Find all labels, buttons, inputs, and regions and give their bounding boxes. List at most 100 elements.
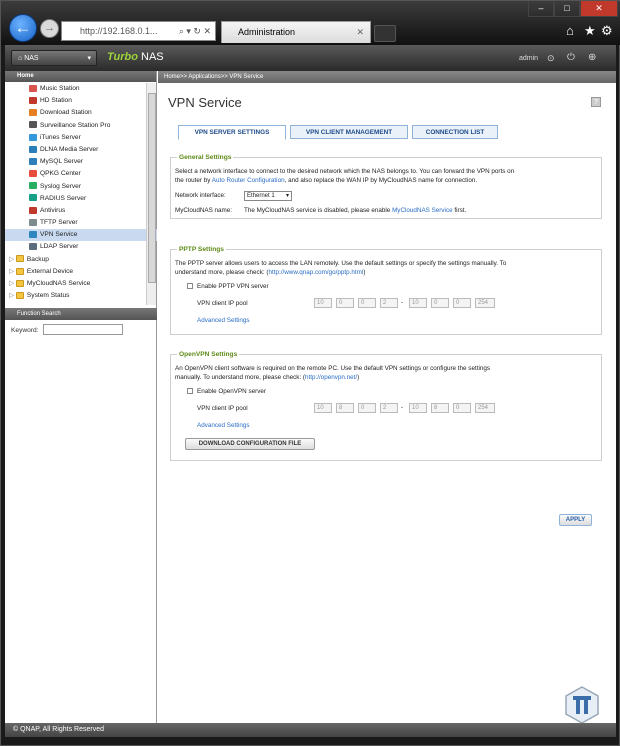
maximize-button[interactable]: □ bbox=[554, 1, 580, 17]
sidebar-item[interactable]: RADIUS Server bbox=[5, 193, 157, 205]
logout-icon[interactable]: ⏻ bbox=[567, 52, 575, 63]
app-icon bbox=[29, 109, 37, 117]
openvpn-ip-start-3[interactable]: 0 bbox=[358, 403, 376, 413]
sidebar-item[interactable]: Surveillance Station Pro bbox=[5, 120, 157, 132]
sidebar-folder[interactable]: ▷ Backup bbox=[5, 254, 157, 266]
pptp-ip-end-2[interactable]: 0 bbox=[431, 298, 449, 308]
app-icon bbox=[29, 145, 37, 153]
breadcrumb: Home>> Applications>> VPN Service bbox=[158, 71, 616, 83]
app-icon bbox=[29, 182, 37, 190]
user-menu-icon[interactable]: ⊙ bbox=[547, 53, 555, 64]
openvpn-ip-end-1[interactable]: 10 bbox=[409, 403, 427, 413]
sidebar-folder-label: MyCloudNAS Service bbox=[26, 280, 91, 287]
network-interface-label: Network interface: bbox=[175, 192, 226, 199]
help-icon[interactable]: ? bbox=[591, 97, 601, 107]
sidebar-item[interactable]: MySQL Server bbox=[5, 156, 157, 168]
sidebar-item-label: QPKG Center bbox=[40, 170, 81, 178]
download-config-button[interactable]: DOWNLOAD CONFIGURATION FILE bbox=[185, 438, 315, 450]
tab-vpn-server-settings[interactable]: VPN SERVER SETTINGS bbox=[178, 125, 286, 140]
sidebar-item[interactable]: DLNA Media Server bbox=[5, 144, 157, 156]
pptp-ip-start-3[interactable]: 0 bbox=[358, 298, 376, 308]
sidebar-item[interactable]: LDAP Server bbox=[5, 241, 157, 253]
pptp-ip-start-1[interactable]: 10 bbox=[314, 298, 332, 308]
forward-button[interactable]: → bbox=[40, 19, 59, 38]
app-icon bbox=[29, 133, 37, 141]
ip-range-dash: - bbox=[401, 299, 404, 306]
apply-button[interactable]: APPLY bbox=[559, 514, 592, 526]
sidebar-folder[interactable]: ▷ System Status bbox=[5, 290, 157, 302]
sidebar-item-label: RADIUS Server bbox=[40, 194, 87, 202]
sidebar-item-label: Surveillance Station Pro bbox=[40, 121, 111, 129]
sidebar-item-label: LDAP Server bbox=[40, 243, 79, 251]
auto-router-link[interactable]: Auto Router Configuration bbox=[212, 177, 285, 184]
browser-tab[interactable]: Administration ✕ bbox=[221, 21, 371, 43]
sidebar-item[interactable]: Syslog Server bbox=[5, 181, 157, 193]
keyword-input[interactable] bbox=[43, 324, 123, 335]
sidebar-folder[interactable]: ▷ MyCloudNAS Service bbox=[5, 278, 157, 290]
tab-connection-list[interactable]: CONNECTION LIST bbox=[412, 125, 498, 139]
sidebar-item[interactable]: Download Station bbox=[5, 107, 157, 119]
sidebar-item[interactable]: Music Station bbox=[5, 83, 157, 95]
openvpn-settings-legend: OpenVPN Settings bbox=[177, 351, 240, 358]
pptp-advanced-settings-link[interactable]: Advanced Settings bbox=[197, 316, 250, 325]
openvpn-ip-start-2[interactable]: 8 bbox=[336, 403, 354, 413]
settings-icon[interactable]: ⚙ bbox=[601, 23, 613, 39]
openvpn-ip-end-2[interactable]: 8 bbox=[431, 403, 449, 413]
general-desc-line1: Select a network interface to connect to… bbox=[175, 168, 515, 175]
sidebar-item[interactable]: HD Station bbox=[5, 95, 157, 107]
openvpn-ip-end-3[interactable]: 0 bbox=[453, 403, 471, 413]
enable-openvpn-checkbox[interactable] bbox=[187, 388, 193, 395]
expand-icon[interactable]: ▷ bbox=[9, 256, 16, 263]
openvpn-ip-start-1[interactable]: 10 bbox=[314, 403, 332, 413]
sidebar: Home Music Station HD Station Download Sta… bbox=[5, 71, 157, 737]
sidebar-item[interactable]: QPKG Center bbox=[5, 168, 157, 180]
expand-icon[interactable]: ▷ bbox=[9, 268, 16, 275]
enable-pptp-row[interactable]: Enable PPTP VPN server bbox=[187, 282, 269, 291]
app-icon bbox=[29, 194, 37, 202]
openvpn-help-link[interactable]: http://openvpn.net/ bbox=[305, 374, 357, 381]
tab-vpn-client-management[interactable]: VPN CLIENT MANAGEMENT bbox=[290, 125, 408, 139]
pptp-ip-end-1[interactable]: 10 bbox=[409, 298, 427, 308]
address-bar[interactable]: http://192.168.0.1... ⌕ ▾ ↻ ✕ bbox=[61, 21, 216, 41]
openvpn-desc-line1: An OpenVPN client software is required o… bbox=[175, 365, 491, 372]
sidebar-scrollbar[interactable] bbox=[146, 83, 156, 305]
mycloudnas-service-link[interactable]: MyCloudNAS Service bbox=[392, 207, 453, 214]
watermark-logo bbox=[565, 686, 599, 723]
expand-icon[interactable]: ▷ bbox=[9, 280, 16, 287]
language-globe-icon[interactable]: ⊕ bbox=[588, 52, 596, 63]
sidebar-folder[interactable]: ▷ External Device bbox=[5, 266, 157, 278]
openvpn-advanced-settings-link[interactable]: Advanced Settings bbox=[197, 421, 250, 430]
minimize-button[interactable]: – bbox=[528, 1, 554, 17]
sidebar-item[interactable]: Antivirus bbox=[5, 205, 157, 217]
expand-icon[interactable]: ▷ bbox=[9, 292, 16, 299]
pptp-settings-section: PPTP Settings The PPTP server allows use… bbox=[170, 246, 602, 335]
pptp-help-link[interactable]: http://www.qnap.com/go/pptp.html bbox=[268, 269, 363, 276]
openvpn-settings-section: OpenVPN Settings An OpenVPN client softw… bbox=[170, 351, 602, 461]
favorites-icon[interactable]: ★ bbox=[584, 23, 596, 39]
openvpn-ip-end-4[interactable]: 254 bbox=[475, 403, 495, 413]
sidebar-item-label: iTunes Server bbox=[40, 133, 81, 141]
sidebar-item[interactable]: TFTP Server bbox=[5, 217, 157, 229]
sidebar-title: Home bbox=[5, 71, 156, 82]
pptp-ip-start-2[interactable]: 0 bbox=[336, 298, 354, 308]
pptp-ip-end-4[interactable]: 254 bbox=[475, 298, 495, 308]
openvpn-ip-start-4[interactable]: 2 bbox=[380, 403, 398, 413]
home-icon[interactable]: ⌂ bbox=[566, 23, 574, 38]
pptp-ip-end-3[interactable]: 0 bbox=[453, 298, 471, 308]
scrollbar-thumb[interactable] bbox=[148, 93, 156, 283]
back-button[interactable]: ← bbox=[9, 14, 37, 42]
pptp-desc-line1: The PPTP server allows users to access t… bbox=[175, 260, 507, 267]
network-interface-select[interactable]: Ethernet 1 ▾ bbox=[244, 191, 292, 201]
sidebar-item[interactable]: VPN Service bbox=[5, 229, 157, 242]
sidebar-item[interactable]: iTunes Server bbox=[5, 132, 157, 144]
new-tab-button[interactable] bbox=[374, 25, 396, 42]
page-viewport: ⌂ NAS ▾ Turbo NAS admin ⊙ ⏻ ⊕ Home Music … bbox=[5, 45, 616, 737]
openvpn-pool-label: VPN client IP pool bbox=[197, 405, 248, 412]
pptp-ip-start-4[interactable]: 2 bbox=[380, 298, 398, 308]
enable-pptp-checkbox[interactable] bbox=[187, 283, 193, 290]
enable-openvpn-row[interactable]: Enable OpenVPN server bbox=[187, 387, 266, 396]
close-button[interactable]: ✕ bbox=[580, 1, 618, 17]
main-content: VPN Service ? VPN SERVER SETTINGS VPN CL… bbox=[158, 83, 616, 723]
nas-dropdown[interactable]: ⌂ NAS ▾ bbox=[11, 50, 97, 66]
general-desc-line2: the router by Auto Router Configuration,… bbox=[175, 177, 478, 184]
